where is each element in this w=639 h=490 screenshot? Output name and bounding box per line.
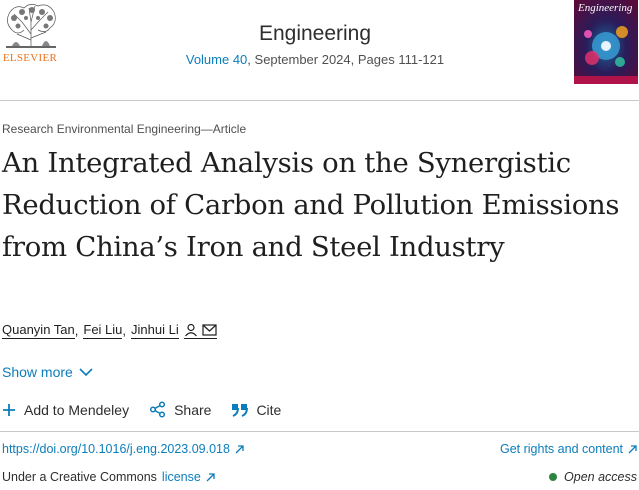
person-icon bbox=[184, 323, 197, 336]
external-link-icon bbox=[235, 444, 244, 453]
cite-button[interactable]: Cite bbox=[231, 402, 281, 418]
open-access-indicator: Open access bbox=[549, 470, 637, 484]
volume-link[interactable]: Volume 40 bbox=[186, 52, 247, 67]
envelope-icon bbox=[202, 323, 217, 336]
doi-text: https://doi.org/10.1016/j.eng.2023.09.01… bbox=[2, 442, 230, 456]
publisher-name: ELSEVIER bbox=[2, 52, 58, 64]
open-access-dot-icon bbox=[549, 473, 558, 481]
header-divider bbox=[0, 100, 639, 101]
chevron-down-icon bbox=[79, 367, 93, 376]
mendeley-label: Add to Mendeley bbox=[24, 401, 130, 418]
actions-divider bbox=[0, 431, 639, 432]
author-link[interactable]: Fei Liu bbox=[83, 322, 123, 339]
journal-issue-info: Volume 40, September 2024, Pages 111-121 bbox=[150, 52, 480, 67]
license-prefix: Under a Creative Commons bbox=[2, 470, 157, 484]
license-link[interactable]: license bbox=[162, 470, 201, 484]
journal-title-link[interactable]: Engineering bbox=[190, 22, 440, 46]
share-button[interactable]: Share bbox=[149, 401, 211, 418]
cite-label: Cite bbox=[256, 401, 282, 418]
author-separator: , bbox=[122, 323, 127, 338]
share-icon bbox=[150, 401, 166, 418]
rights-text: Get rights and content bbox=[500, 442, 623, 456]
external-link-icon bbox=[628, 444, 637, 453]
author-link[interactable]: Quanyin Tan bbox=[2, 322, 75, 339]
get-rights-link[interactable]: Get rights and content bbox=[500, 442, 637, 456]
external-link-icon bbox=[206, 472, 215, 481]
article-type-label: Research Environmental Engineering—Artic… bbox=[2, 122, 247, 136]
show-more-label: Show more bbox=[2, 364, 73, 380]
share-label: Share bbox=[174, 401, 212, 418]
open-access-label: Open access bbox=[564, 470, 637, 484]
cover-journal-title: Engineering bbox=[578, 2, 633, 14]
plus-icon bbox=[3, 403, 15, 416]
issue-details: , September 2024, Pages 111-121 bbox=[247, 52, 445, 67]
license-info: Under a Creative Commons license bbox=[2, 470, 215, 484]
corresponding-author-icons[interactable] bbox=[183, 323, 217, 339]
article-actions: Add to Mendeley Share Cite bbox=[2, 401, 301, 418]
author-separator: , bbox=[74, 323, 79, 338]
author-list: Quanyin Tan, Fei Liu, Jinhui Li bbox=[2, 322, 217, 339]
article-title: An Integrated Analysis on the Synergisti… bbox=[2, 147, 620, 263]
add-to-mendeley-button[interactable]: Add to Mendeley bbox=[2, 402, 129, 418]
show-more-button[interactable]: Show more bbox=[2, 364, 93, 380]
author-link[interactable]: Jinhui Li bbox=[131, 322, 179, 339]
quote-icon bbox=[232, 403, 249, 417]
doi-link[interactable]: https://doi.org/10.1016/j.eng.2023.09.01… bbox=[2, 442, 244, 456]
